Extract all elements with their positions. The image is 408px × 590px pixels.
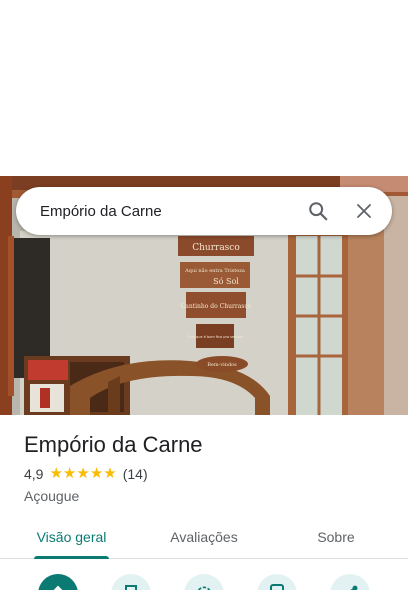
phone-button[interactable]	[257, 574, 297, 590]
photo-sign-4: Cantinho do Churrasco	[181, 303, 252, 310]
save-icon	[125, 585, 137, 590]
search-button[interactable]	[294, 187, 342, 235]
photo-sign-1: Churrasco	[192, 243, 240, 253]
nearby-button[interactable]	[184, 574, 224, 590]
nearby-icon	[197, 586, 211, 590]
star-icon: ★	[89, 465, 104, 482]
photo-sign-3: Só Sol	[213, 277, 239, 286]
rating-stars: ★ ★ ★ ★ ★	[49, 466, 116, 482]
photo-sign-5: Tudo que é bom fica pra sempre	[186, 335, 244, 339]
action-buttons	[0, 559, 408, 590]
close-button[interactable]	[340, 187, 388, 235]
place-title: Empório da Carne	[24, 432, 203, 457]
tab-about[interactable]: Sobre	[300, 516, 372, 558]
blank-map-area	[0, 0, 408, 176]
share-button[interactable]	[330, 574, 370, 590]
tab-reviews[interactable]: Avaliações	[156, 516, 252, 558]
search-bar[interactable]: Empório da Carne	[16, 187, 392, 235]
star-icon: ★	[62, 465, 77, 482]
tab-bar: Visão geral Avaliações Sobre	[0, 516, 408, 559]
close-icon	[357, 204, 371, 218]
directions-icon	[53, 585, 63, 590]
search-icon	[309, 202, 328, 221]
photo-sign-6: Bem-vindos	[207, 362, 237, 368]
phone-icon	[270, 584, 284, 590]
photo-sign-2: Aqui não entra Tristeza	[184, 267, 245, 274]
rating-row[interactable]: 4,9 ★ ★ ★ ★ ★ (14)	[24, 466, 148, 483]
save-button[interactable]	[111, 574, 151, 590]
place-category: Açougue	[24, 488, 80, 504]
search-input[interactable]: Empório da Carne	[16, 203, 294, 220]
star-icon: ★	[76, 465, 90, 482]
rating-value: 4,9	[24, 466, 44, 482]
share-icon	[350, 585, 358, 590]
star-icon: ★	[49, 465, 63, 482]
star-icon: ★	[103, 465, 117, 482]
review-count[interactable]: (14)	[123, 466, 148, 482]
tab-overview[interactable]: Visão geral	[24, 516, 119, 558]
directions-button[interactable]	[38, 574, 78, 590]
